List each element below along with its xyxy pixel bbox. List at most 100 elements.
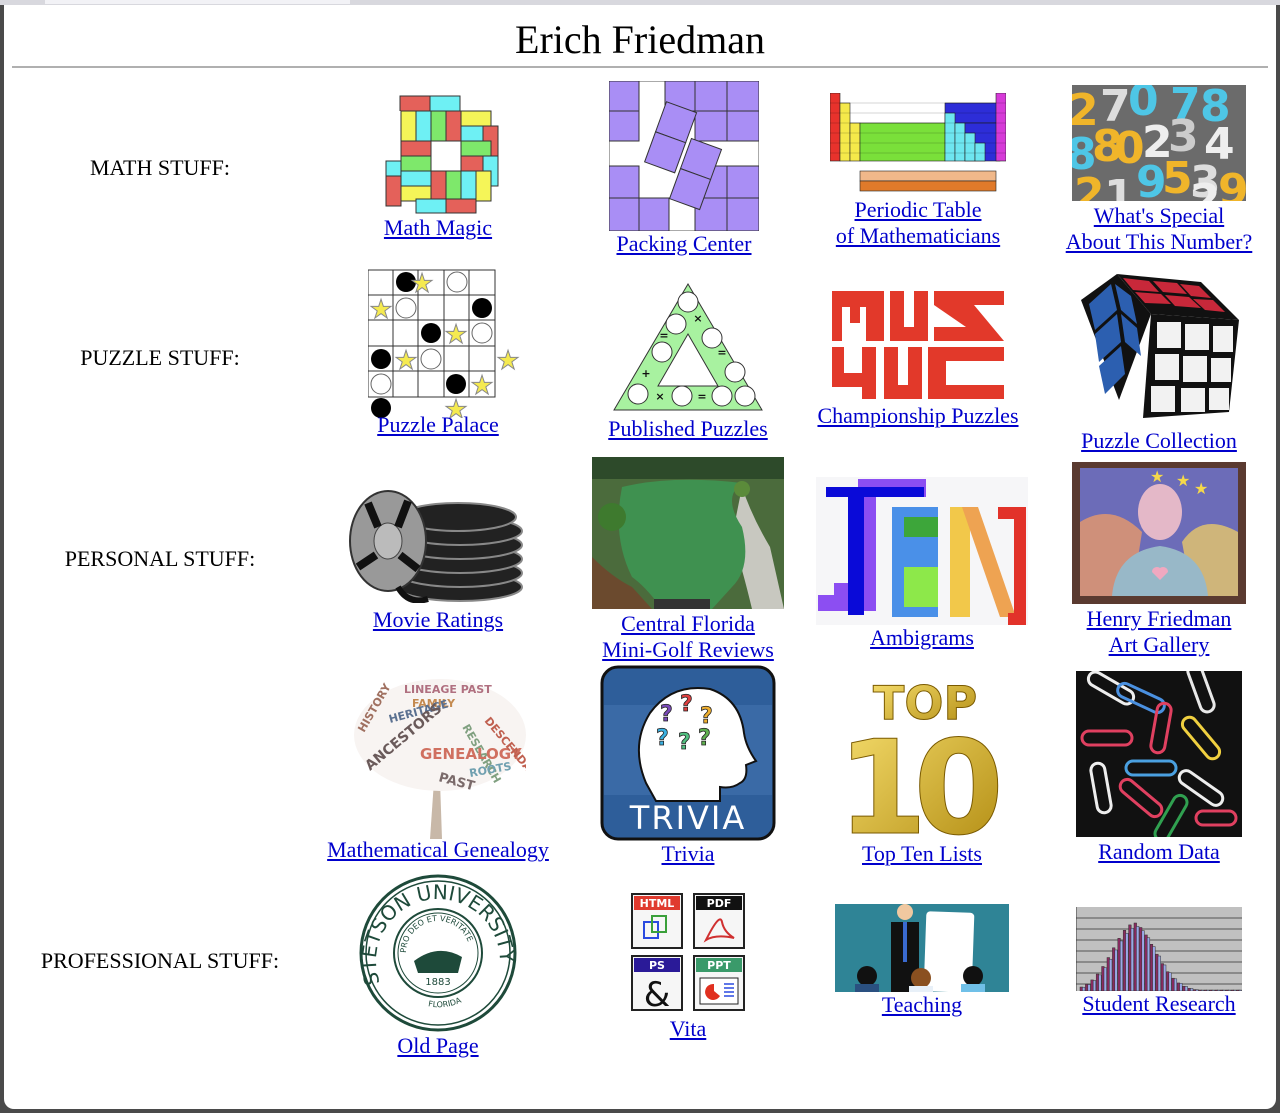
championship-puzzles-item[interactable]: Championship Puzzles	[802, 289, 1034, 429]
top-ten-icon[interactable]: TOP 10	[837, 673, 1007, 840]
mini-golf-photo-icon[interactable]	[592, 457, 784, 609]
vita-item[interactable]: HTML PDF PS PPT & Vita	[568, 892, 808, 1042]
histogram-bar	[1152, 946, 1156, 991]
puzzle-palace-item[interactable]: ★ ★ ★ ★ ★ ★ ★ Puzzle Palace	[318, 268, 558, 438]
ppt-label: PPT	[707, 959, 731, 972]
svg-text:=: =	[659, 329, 668, 342]
link-text: Ambigrams	[870, 625, 974, 650]
link-text: Mathematical Genealogy	[327, 837, 549, 862]
svg-text:2: 2	[1190, 175, 1221, 201]
puzzle-palace-link[interactable]: Puzzle Palace	[318, 412, 558, 438]
packing-center-link[interactable]: Packing Center	[564, 231, 804, 257]
puzzle-collection-link[interactable]: Puzzle Collection	[1044, 428, 1274, 454]
trivia-head-icon[interactable]: ?????? TRIVIA	[600, 665, 776, 841]
histogram-bar	[1173, 978, 1178, 991]
svg-text:★: ★	[394, 346, 417, 376]
link-text-line-1: What's Special	[1093, 203, 1225, 228]
svg-text:★: ★	[1176, 471, 1190, 490]
periodic-table-icon[interactable]	[830, 93, 1006, 193]
published-puzzles-link[interactable]: Published Puzzles	[568, 416, 808, 442]
svg-text:?: ?	[678, 730, 691, 755]
row-label-personal: PERSONAL STUFF:	[64, 546, 256, 571]
histogram-icon[interactable]	[1076, 907, 1242, 991]
svg-text:×: ×	[693, 312, 702, 325]
svg-text:5: 5	[1162, 153, 1193, 201]
square-packing-icon[interactable]	[609, 81, 759, 231]
trivia-link[interactable]: Trivia	[568, 841, 808, 867]
student-research-link[interactable]: Student Research	[1044, 991, 1274, 1017]
university-seal-icon[interactable]: STETSON UNIVERSITY PRO DEO ET VERITATE 1…	[358, 873, 518, 1033]
puzzle-logo-icon[interactable]	[830, 289, 1006, 401]
special-number-item[interactable]: 27078 80234 8953 2129 What's Special Abou…	[1044, 85, 1274, 255]
special-number-link[interactable]: What's Special About This Number?	[1044, 203, 1274, 255]
trivia-item[interactable]: ?????? TRIVIA Trivia	[568, 665, 808, 867]
svg-text:10: 10	[837, 712, 998, 839]
histogram-bar	[1146, 937, 1151, 991]
puzzle-collection-item[interactable]: Puzzle Collection	[1044, 270, 1274, 454]
top-ten-link[interactable]: Top Ten Lists	[802, 841, 1042, 867]
word-cloud-tree-icon[interactable]: LINEAGE PAST FAMILY HERITAGE RESEARCH AN…	[350, 671, 526, 839]
svg-text:9: 9	[1218, 165, 1246, 201]
ambigrams-link[interactable]: Ambigrams	[802, 625, 1042, 651]
teaching-link[interactable]: Teaching	[802, 992, 1042, 1018]
periodic-table-link[interactable]: Periodic Table of Mathematicians	[802, 197, 1034, 249]
published-puzzles-item[interactable]: × = = + × = Published Puzzles	[568, 282, 808, 442]
teaching-presentation-icon[interactable]	[835, 904, 1009, 992]
histogram-bar	[1238, 989, 1242, 991]
link-text-line-1: Periodic Table	[854, 197, 982, 222]
old-page-link[interactable]: Old Page	[318, 1033, 558, 1059]
histogram-bar	[1136, 926, 1140, 991]
link-text: Random Data	[1098, 839, 1220, 864]
movie-ratings-link[interactable]: Movie Ratings	[318, 607, 558, 633]
page-window: Erich Friedman MATH STUFF: PUZZLE STUFF:…	[4, 5, 1276, 1109]
domino-ring-icon[interactable]	[377, 93, 499, 215]
grid-puzzle-icon[interactable]: ★★★★ ★★★	[368, 268, 520, 418]
packing-center-item[interactable]: Packing Center	[564, 81, 804, 257]
row-label-professional: PROFESSIONAL STUFF:	[40, 948, 280, 973]
numbers-collage-icon[interactable]: 2 70 7 8 8023 4 8953 2 1 29	[1072, 85, 1246, 201]
film-reels-icon[interactable]	[348, 487, 528, 603]
svg-text:LINEAGE PAST: LINEAGE PAST	[404, 683, 492, 696]
art-gallery-link[interactable]: Henry Friedman Art Gallery	[1044, 606, 1274, 658]
top-ten-item[interactable]: TOP 10 Top Ten Lists	[802, 673, 1042, 867]
link-text: Puzzle Palace	[377, 412, 499, 437]
link-text: Trivia	[661, 841, 715, 866]
math-magic-link[interactable]: Math Magic	[318, 215, 558, 241]
link-text-line-2: Art Gallery	[1108, 632, 1210, 657]
old-page-item[interactable]: STETSON UNIVERSITY PRO DEO ET VERITATE 1…	[318, 873, 558, 1059]
math-genealogy-item[interactable]: LINEAGE PAST FAMILY HERITAGE RESEARCH AN…	[318, 671, 558, 863]
random-data-item[interactable]: Random Data	[1044, 671, 1274, 865]
ambigram-ten-icon[interactable]	[816, 477, 1028, 625]
document-formats-icon[interactable]: HTML PDF PS PPT &	[630, 892, 746, 1012]
mini-golf-item[interactable]: Central Florida Mini-Golf Reviews	[568, 457, 808, 663]
link-text: Movie Ratings	[372, 607, 504, 632]
svg-text:=: =	[697, 390, 706, 403]
histogram-bar	[1119, 940, 1124, 991]
header-divider	[12, 66, 1268, 68]
vita-link[interactable]: Vita	[568, 1016, 808, 1042]
paper-clips-icon[interactable]	[1076, 671, 1242, 837]
math-magic-item[interactable]: Math Magic	[318, 93, 558, 241]
rubiks-cube-icon[interactable]	[1079, 270, 1239, 420]
art-gallery-item[interactable]: ★ ★ ★ Henry Friedman Art Gallery	[1044, 462, 1274, 658]
ps-label: PS	[649, 959, 665, 972]
teaching-item[interactable]: Teaching	[802, 904, 1042, 1018]
browser-tab[interactable]	[45, 0, 350, 4]
histogram-bar	[1179, 983, 1183, 991]
random-data-link[interactable]: Random Data	[1044, 839, 1274, 865]
periodic-table-item[interactable]: Periodic Table of Mathematicians	[802, 93, 1034, 249]
portrait-painting-icon[interactable]: ★ ★ ★	[1072, 462, 1246, 604]
svg-text:★: ★	[444, 320, 467, 350]
ambigrams-item[interactable]: Ambigrams	[802, 477, 1042, 651]
triangle-puzzle-icon[interactable]: × = = + × =	[612, 282, 764, 412]
mini-golf-link[interactable]: Central Florida Mini-Golf Reviews	[568, 611, 808, 663]
svg-text:★: ★	[496, 346, 519, 376]
math-genealogy-link[interactable]: Mathematical Genealogy	[318, 837, 558, 863]
championship-puzzles-link[interactable]: Championship Puzzles	[802, 403, 1034, 429]
link-text: Student Research	[1082, 991, 1236, 1016]
trivia-icon-text: TRIVIA	[629, 799, 746, 837]
histogram-bar	[1109, 958, 1113, 991]
link-text: Championship Puzzles	[817, 403, 1019, 428]
movie-ratings-item[interactable]: Movie Ratings	[318, 487, 558, 633]
student-research-item[interactable]: Student Research	[1044, 907, 1274, 1017]
